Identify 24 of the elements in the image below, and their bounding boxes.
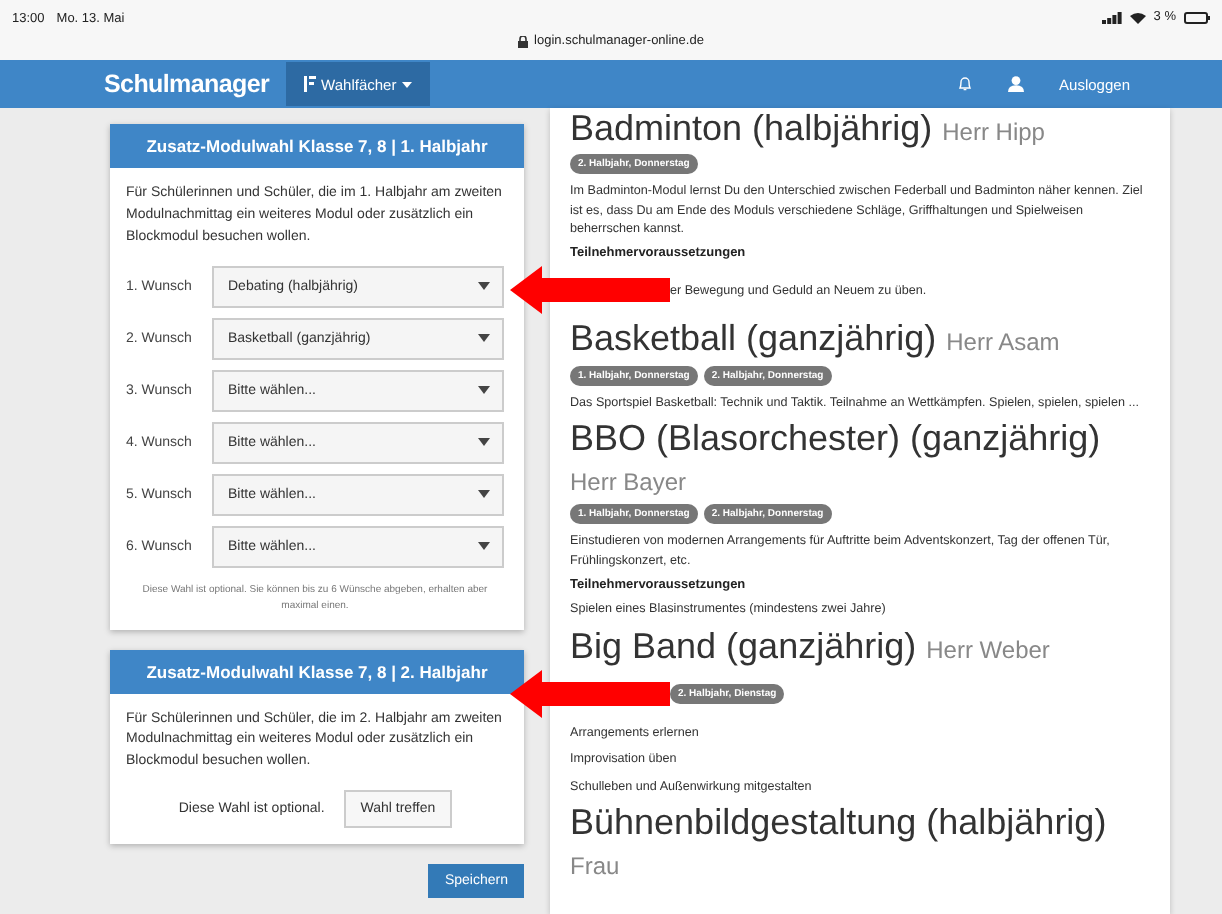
caret-icon bbox=[478, 386, 490, 395]
module-title: BBO (Blasorchester) (ganzjährig) Herr Bayer bbox=[570, 418, 1103, 499]
caret-icon bbox=[478, 542, 490, 551]
user-icon[interactable] bbox=[1007, 76, 1024, 92]
lock-icon bbox=[518, 35, 529, 47]
caret-icon bbox=[402, 81, 413, 87]
module-title: Big Band (ganzjährig) Herr Weber bbox=[570, 625, 1052, 666]
panel-title: Zusatz-Modulwahl Klasse 7, 8 | 2. Halbjahr bbox=[110, 649, 524, 694]
module-title: Badminton (halbjährig) Herr Hipp bbox=[570, 108, 1047, 149]
list-icon bbox=[303, 76, 316, 92]
wifi-icon bbox=[1129, 11, 1146, 23]
logo-text[interactable]: Schulmanager bbox=[104, 70, 270, 98]
signal-icon bbox=[1101, 11, 1122, 23]
caret-icon bbox=[478, 282, 490, 291]
arrow-icon bbox=[510, 669, 670, 718]
battery-icon bbox=[1184, 11, 1210, 23]
panel-title: Zusatz-Modulwahl Klasse 7, 8 | 1. Halbjahr bbox=[110, 124, 524, 168]
caret-icon bbox=[478, 438, 490, 447]
bell-icon[interactable] bbox=[957, 76, 972, 92]
module-title: Bühnenbildgestaltung (halbjährig) Frau bbox=[570, 802, 1109, 883]
caret-icon bbox=[478, 490, 490, 499]
caret-icon bbox=[478, 334, 490, 343]
module-title: Basketball (ganzjährig) Herr Asam bbox=[570, 318, 1062, 360]
arrow-icon bbox=[510, 266, 670, 315]
